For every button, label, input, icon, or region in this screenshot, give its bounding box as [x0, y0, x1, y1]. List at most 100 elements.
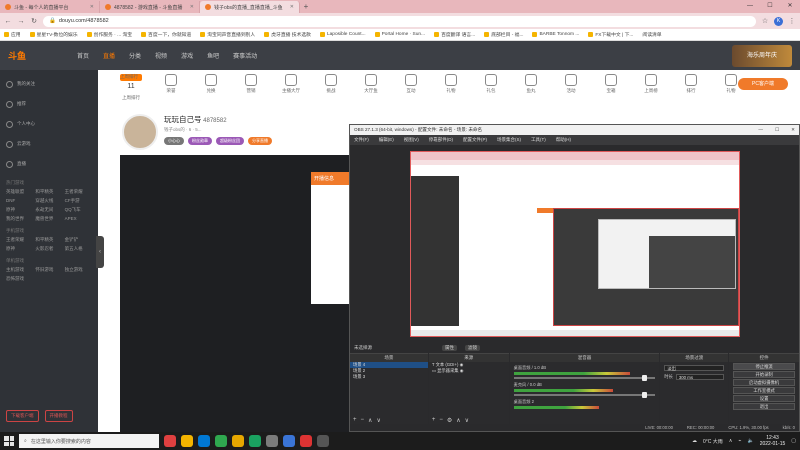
netease-icon[interactable] — [300, 435, 312, 447]
scene-item[interactable]: 场景 3 — [350, 374, 428, 380]
game-link[interactable]: 恐怖游戏 — [6, 276, 33, 282]
source-item[interactable]: ▭ 显示器采集 ◉ — [429, 368, 509, 374]
duration-input[interactable]: 300 ms — [675, 374, 725, 380]
tag-badge[interactable]: 分享直播 — [248, 137, 272, 145]
new-tab-button[interactable]: + — [300, 1, 312, 13]
bookmark[interactable]: Portal Home · Sun... — [374, 32, 425, 37]
game-link[interactable]: 和平精英 — [35, 237, 62, 243]
stop-stream-button[interactable]: 停止推流 — [733, 363, 795, 370]
menu-dots-icon[interactable]: ⋮ — [788, 17, 796, 25]
category-item[interactable]: 大厅鱼 — [358, 74, 384, 101]
star-icon[interactable]: ☆ — [761, 17, 769, 25]
steam-icon[interactable] — [283, 435, 295, 447]
nav-yuba[interactable]: 鱼吧 — [207, 51, 219, 60]
nav-video[interactable]: 视频 — [155, 51, 167, 60]
back-icon[interactable]: ← — [4, 18, 12, 25]
category-item[interactable]: 主播大厅 — [278, 74, 304, 101]
category-item[interactable]: 互动 — [398, 74, 424, 101]
slider-knob[interactable] — [642, 375, 648, 381]
category-item[interactable]: 排行 — [678, 74, 704, 101]
menu-scene-collection[interactable]: 场景集合(S) — [497, 137, 521, 143]
menu-view[interactable]: 视图(V) — [404, 137, 419, 143]
url-field[interactable]: 🔒 douyu.com/4878582 — [43, 15, 756, 27]
game-link[interactable]: 永劫无间 — [35, 207, 62, 213]
game-link[interactable]: 魔兽世界 — [35, 216, 62, 222]
bookmark[interactable]: 淘宝同声音直播到别人 — [200, 31, 255, 38]
folder-icon[interactable] — [232, 435, 244, 447]
exit-button[interactable]: 退出 — [733, 403, 795, 410]
download-client-button[interactable]: 下载客户端 — [6, 410, 39, 422]
profile-avatar[interactable]: K — [774, 16, 783, 26]
notification-icon[interactable]: ▢ — [791, 438, 796, 444]
sidebar-item-profile[interactable]: 个人中心 — [6, 114, 92, 134]
nav-home[interactable]: 首页 — [77, 51, 89, 60]
forward-icon[interactable]: → — [17, 18, 25, 25]
game-link[interactable]: 独立游戏 — [65, 267, 92, 273]
menu-help[interactable]: 帮助(H) — [556, 137, 571, 143]
up-icon[interactable]: ∧ — [456, 417, 460, 424]
game-link[interactable]: 金铲铲 — [65, 237, 92, 243]
tag-badge[interactable]: 粉丝勋章 — [188, 137, 212, 145]
nav-events[interactable]: 赛事活动 — [233, 51, 257, 60]
sidebar-collapse-handle[interactable]: ‹ — [96, 236, 104, 268]
game-link[interactable]: 穿越火线 — [35, 198, 62, 204]
minimize-icon[interactable]: — — [740, 0, 760, 13]
down-icon[interactable]: ∨ — [376, 417, 380, 424]
category-item[interactable]: 上周榜 — [638, 74, 664, 101]
chrome-icon[interactable] — [266, 435, 278, 447]
add-icon[interactable]: + — [353, 417, 357, 424]
sidebar-item-recommend[interactable]: 推荐 — [6, 94, 92, 114]
close-tab-icon[interactable]: ✕ — [190, 4, 194, 10]
up-icon[interactable]: ∧ — [368, 417, 372, 424]
volume-slider[interactable] — [513, 375, 656, 381]
down-icon[interactable]: ∨ — [465, 417, 469, 424]
bookmark[interactable]: Laposible Count... — [319, 32, 366, 37]
game-link[interactable]: APEX — [65, 216, 92, 222]
volume-slider[interactable] — [513, 392, 656, 398]
bookmark[interactable]: 星星TV-数位的娱乐 — [29, 31, 78, 38]
game-link[interactable]: 和平精英 — [35, 189, 62, 195]
maximize-icon[interactable]: ☐ — [775, 127, 779, 133]
menu-edit[interactable]: 编辑(E) — [379, 137, 394, 143]
tutorial-button[interactable]: 开播教程 — [44, 410, 73, 422]
studio-mode-button[interactable]: 工作室模式 — [733, 387, 795, 394]
nav-category[interactable]: 分类 — [129, 51, 141, 60]
tag-badge[interactable]: 小心心 — [164, 137, 184, 145]
sidebar-item-follow[interactable]: 我的关注 — [6, 74, 92, 94]
game-link[interactable]: 王者荣耀 — [6, 237, 33, 243]
remove-icon[interactable]: − — [361, 417, 365, 424]
game-link[interactable]: 火影忍者 — [35, 246, 62, 252]
rank-badge[interactable]: 上周排行 11 上周排行 — [118, 74, 144, 101]
browser-tab[interactable]: 斗鱼 - 每个人的直播平台 ✕ — [0, 1, 100, 13]
gear-icon[interactable]: ⚙ — [447, 417, 452, 424]
category-item[interactable]: 兑换 — [198, 74, 224, 101]
start-recording-button[interactable]: 开始录制 — [733, 371, 795, 378]
bookmark[interactable]: 百度一下，你就知道 — [141, 31, 191, 38]
close-tab-icon[interactable]: ✕ — [90, 4, 94, 10]
reload-icon[interactable]: ↻ — [30, 17, 38, 25]
category-item[interactable]: 荣誉 — [158, 74, 184, 101]
game-link[interactable]: QQ飞车 — [65, 207, 92, 213]
tag-badge[interactable]: 超级粉丝团 — [216, 137, 244, 145]
file-explorer-icon[interactable] — [181, 435, 193, 447]
close-tab-icon[interactable]: ✕ — [290, 4, 294, 10]
game-link[interactable]: DNF — [6, 198, 33, 204]
category-item[interactable]: 鱼丸 — [518, 74, 544, 101]
volume-icon[interactable]: 🔈 — [747, 438, 753, 444]
category-item[interactable]: 营销 — [238, 74, 264, 101]
reading-list[interactable]: 阅读清单 — [642, 31, 661, 38]
game-link[interactable]: 我的世界 — [6, 216, 33, 222]
bookmark[interactable]: BARBE Tonnom ... — [532, 32, 579, 37]
browser-tab[interactable]: 4878582 - 游戏直播 - 斗鱼直播 ✕ — [100, 1, 200, 13]
category-item[interactable]: 礼包 — [478, 74, 504, 101]
game-link[interactable]: 英雄联盟 — [6, 189, 33, 195]
obs-preview[interactable] — [350, 145, 799, 345]
category-item[interactable]: 宝箱 — [598, 74, 624, 101]
eye-icon[interactable]: ◉ — [460, 368, 464, 373]
close-window-icon[interactable]: ✕ — [791, 127, 795, 133]
bookmark[interactable]: 虎牙直播 技术选款 — [264, 31, 311, 38]
minimize-icon[interactable]: — — [758, 127, 763, 133]
douyu-logo[interactable]: 斗鱼 — [8, 49, 63, 62]
sidebar-item-cloud-game[interactable]: 云游戏 — [6, 134, 92, 154]
category-item[interactable]: 挑战 — [318, 74, 344, 101]
